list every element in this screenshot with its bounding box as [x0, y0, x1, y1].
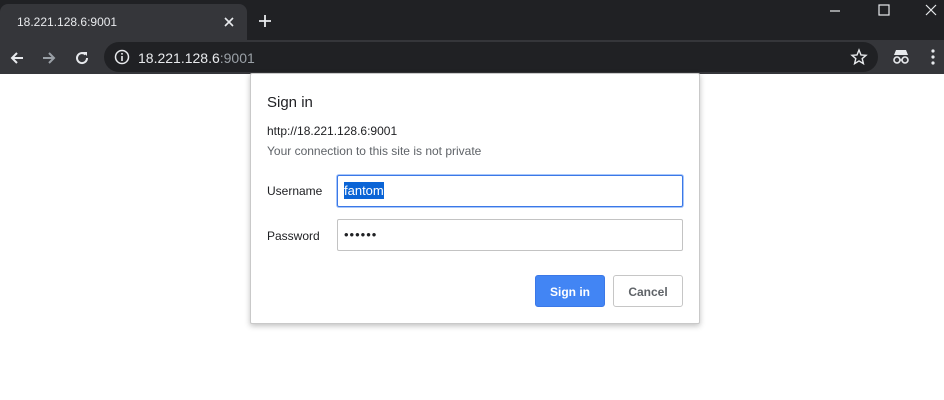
- cancel-button[interactable]: Cancel: [613, 275, 683, 307]
- close-icon[interactable]: [222, 15, 236, 29]
- url-text: 18.221.128.6:9001: [138, 50, 255, 66]
- password-label: Password: [267, 229, 320, 243]
- sign-in-dialog: Sign in http://18.221.128.6:9001 Your co…: [250, 73, 700, 324]
- forward-icon[interactable]: [40, 49, 58, 67]
- url-host: 18.221.128.6: [138, 50, 220, 66]
- username-field[interactable]: fantom: [337, 175, 683, 207]
- new-tab-icon[interactable]: [257, 13, 273, 29]
- menu-icon[interactable]: [930, 48, 936, 66]
- back-icon[interactable]: [8, 49, 26, 67]
- connection-warning: Your connection to this site is not priv…: [267, 144, 482, 158]
- tab-title: 18.221.128.6:9001: [17, 15, 118, 29]
- username-label: Username: [267, 184, 323, 198]
- browser-tab[interactable]: 18.221.128.6:9001: [0, 4, 247, 40]
- maximize-icon[interactable]: [877, 3, 891, 17]
- password-mask: ••••••: [344, 227, 378, 242]
- tab-strip: 18.221.128.6:9001: [0, 0, 944, 40]
- toolbar: 18.221.128.6:9001: [0, 40, 944, 74]
- minimize-icon[interactable]: [828, 3, 842, 17]
- star-icon[interactable]: [850, 48, 868, 66]
- dialog-origin: http://18.221.128.6:9001: [267, 124, 398, 138]
- password-field[interactable]: ••••••: [337, 219, 683, 251]
- info-icon[interactable]: [114, 49, 130, 65]
- username-value: fantom: [344, 182, 384, 199]
- reload-icon[interactable]: [73, 49, 91, 67]
- url-port: :9001: [219, 50, 255, 66]
- address-bar[interactable]: 18.221.128.6:9001: [104, 42, 878, 72]
- window-close-icon[interactable]: [924, 3, 938, 17]
- dialog-title: Sign in: [267, 94, 313, 111]
- sign-in-button[interactable]: Sign in: [535, 275, 605, 307]
- incognito-icon[interactable]: [891, 48, 911, 66]
